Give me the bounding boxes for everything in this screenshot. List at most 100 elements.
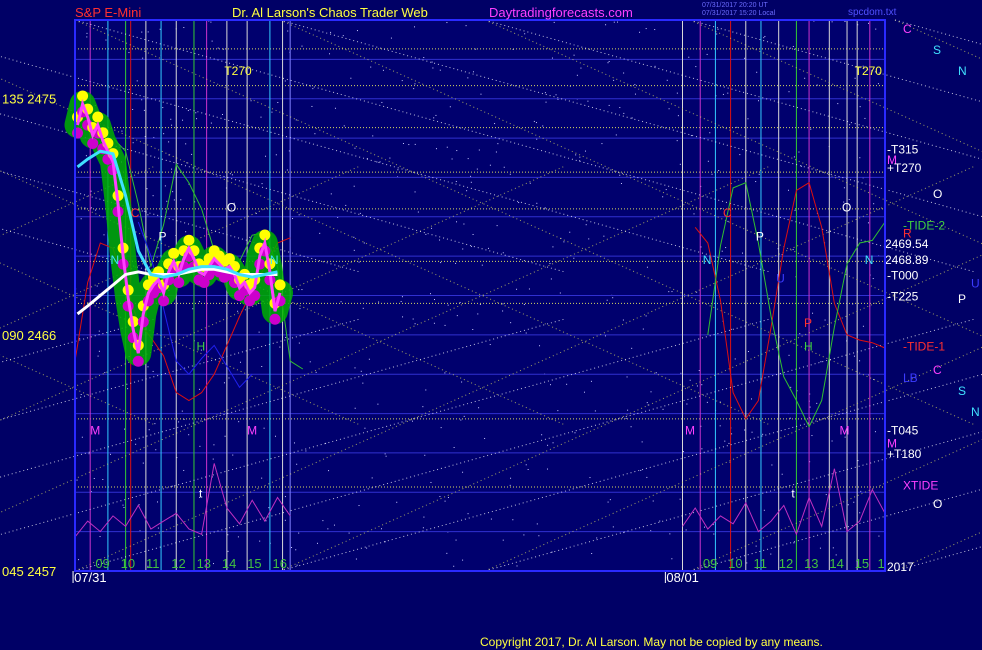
star-dot bbox=[819, 547, 821, 549]
star-dot bbox=[652, 500, 654, 502]
x-date-label: 07/31 bbox=[74, 570, 107, 585]
star-dot bbox=[353, 185, 355, 187]
star-dot bbox=[147, 214, 149, 216]
star-dot bbox=[90, 190, 92, 192]
x-hour-label: 14 bbox=[829, 556, 843, 571]
star-dot bbox=[98, 350, 100, 352]
star-dot bbox=[696, 291, 698, 293]
star-dot bbox=[279, 346, 281, 348]
star-dot bbox=[78, 559, 80, 561]
star-dot bbox=[623, 112, 625, 114]
star-dot bbox=[423, 516, 425, 518]
star-dot bbox=[727, 220, 729, 222]
star-dot bbox=[389, 157, 391, 159]
star-dot bbox=[724, 440, 726, 442]
x-hour-label: 16 bbox=[273, 556, 287, 571]
star-dot bbox=[470, 245, 472, 247]
star-dot bbox=[90, 207, 92, 209]
star-dot bbox=[639, 31, 641, 33]
star-dot bbox=[607, 62, 609, 64]
star-dot bbox=[496, 225, 498, 227]
cycle-marker-label: T270 bbox=[855, 64, 883, 78]
star-dot bbox=[296, 463, 298, 465]
star-dot bbox=[566, 383, 568, 385]
star-dot bbox=[619, 107, 621, 109]
star-dot bbox=[654, 65, 656, 67]
star-dot bbox=[825, 494, 827, 496]
star-dot bbox=[788, 91, 790, 93]
star-dot bbox=[646, 266, 648, 268]
star-dot bbox=[612, 297, 614, 299]
star-dot bbox=[309, 361, 311, 363]
star-dot bbox=[152, 370, 154, 372]
star-dot bbox=[596, 537, 598, 539]
star-dot bbox=[353, 249, 355, 251]
star-dot bbox=[552, 442, 554, 444]
star-dot bbox=[358, 261, 360, 263]
price-readout: 2468.89 bbox=[885, 253, 929, 267]
star-dot bbox=[489, 344, 491, 346]
star-dot bbox=[718, 170, 720, 172]
star-dot bbox=[634, 84, 636, 86]
star-dot bbox=[345, 204, 347, 206]
star-dot bbox=[873, 203, 875, 205]
star-dot bbox=[401, 296, 403, 298]
star-dot bbox=[727, 92, 729, 94]
star-dot bbox=[542, 125, 544, 127]
star-dot bbox=[95, 209, 97, 211]
star-dot bbox=[475, 48, 477, 50]
star-dot bbox=[481, 264, 483, 266]
star-dot bbox=[414, 323, 416, 325]
star-dot bbox=[85, 155, 87, 157]
star-dot bbox=[546, 468, 548, 470]
star-dot bbox=[381, 101, 383, 103]
star-dot bbox=[408, 144, 410, 146]
star-dot bbox=[641, 441, 643, 443]
star-dot bbox=[574, 432, 576, 434]
star-dot bbox=[435, 114, 437, 116]
star-dot bbox=[210, 122, 212, 124]
star-dot bbox=[261, 183, 263, 185]
star-dot bbox=[327, 528, 329, 530]
star-dot bbox=[259, 540, 261, 542]
star-dot bbox=[199, 445, 201, 447]
star-dot bbox=[180, 199, 182, 201]
star-dot bbox=[322, 520, 324, 522]
right-axis-label: +T180 bbox=[887, 447, 922, 461]
star-dot bbox=[109, 453, 111, 455]
star-dot bbox=[502, 252, 504, 254]
star-dot bbox=[353, 236, 355, 238]
site-url[interactable]: Daytradingforecasts.com bbox=[489, 5, 633, 20]
star-dot bbox=[293, 442, 295, 444]
right-axis-label: S bbox=[958, 384, 966, 398]
star-dot bbox=[751, 431, 753, 433]
star-dot bbox=[518, 202, 520, 204]
star-dot bbox=[155, 449, 157, 451]
star-dot bbox=[591, 553, 593, 555]
x-hour-label: 09 bbox=[703, 556, 717, 571]
star-dot bbox=[721, 250, 723, 252]
star-dot bbox=[800, 165, 802, 167]
star-dot bbox=[122, 504, 124, 506]
star-dot bbox=[413, 88, 415, 90]
x-hour-label: 1 bbox=[877, 556, 884, 571]
star-dot bbox=[188, 434, 190, 436]
star-dot bbox=[439, 239, 441, 241]
star-dot bbox=[382, 69, 384, 71]
star-dot bbox=[623, 72, 625, 74]
star-dot bbox=[792, 249, 794, 251]
star-dot bbox=[121, 130, 123, 132]
star-dot bbox=[606, 299, 608, 301]
star-dot bbox=[172, 191, 174, 193]
star-dot bbox=[717, 28, 719, 30]
star-dot bbox=[502, 310, 504, 312]
right-axis-label: XTIDE bbox=[903, 478, 938, 492]
right-axis-label: U bbox=[971, 276, 980, 290]
star-dot bbox=[285, 336, 287, 338]
star-dot bbox=[261, 366, 263, 368]
star-dot bbox=[798, 151, 800, 153]
star-dot bbox=[502, 303, 504, 305]
star-dot bbox=[463, 415, 465, 417]
star-dot bbox=[679, 498, 681, 500]
star-dot bbox=[105, 39, 107, 41]
